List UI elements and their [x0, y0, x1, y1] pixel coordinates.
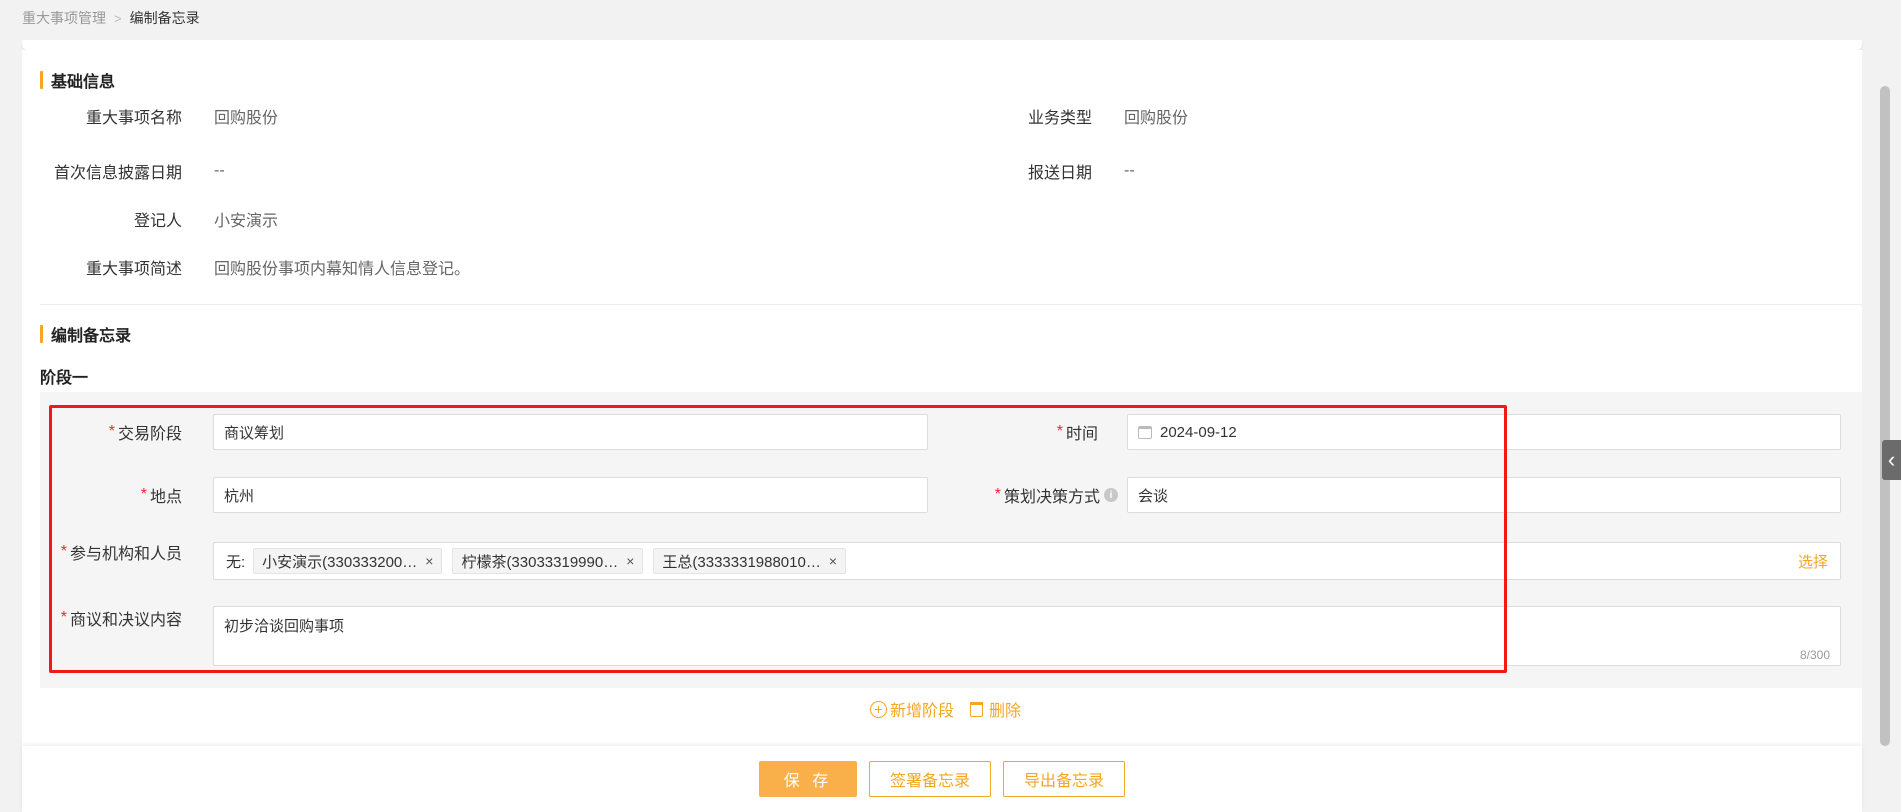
content-textarea[interactable]: 初步洽谈回购事项 8/300 [213, 606, 1841, 666]
content-label: * 商议和决议内容 [60, 609, 182, 629]
stage-actions: + 新增阶段 删除 [870, 697, 1037, 721]
first-disclosure-date-label: 首次信息披露日期 [53, 165, 182, 182]
basic-info-title: 基础信息 [40, 70, 115, 91]
section-bar-icon [40, 325, 43, 343]
participant-tag: 小安演示(330333200… × [253, 548, 443, 574]
location-label: * 地点 [140, 486, 182, 506]
field-report-date: 报送日期 -- [950, 159, 1135, 183]
participant-tag: 柠檬茶(33033319990… × [452, 548, 644, 574]
chevron-left-icon: ‹ [1887, 447, 1896, 472]
required-mark: * [140, 486, 147, 503]
decision-method-input[interactable]: 会谈 [1127, 477, 1841, 513]
description-value: 回购股份事项内幕知情人信息登记。 [214, 261, 471, 278]
breadcrumb: 重大事项管理 > 编制备忘录 [22, 8, 200, 28]
close-icon[interactable]: × [425, 553, 433, 569]
calendar-icon [1138, 425, 1152, 439]
section-divider [40, 304, 1862, 305]
card-top-edge [22, 40, 1862, 50]
section-bar-icon [40, 71, 43, 89]
participant-tag: 王总(3333331988010… × [653, 548, 847, 574]
report-date-label: 报送日期 [1027, 165, 1092, 182]
participants-select[interactable]: 无: 小安演示(330333200… × 柠檬茶(33033319990… × … [213, 542, 1841, 580]
first-disclosure-date-value: -- [214, 162, 225, 179]
required-mark: * [108, 423, 115, 440]
choose-participants-link[interactable]: 选择 [1798, 551, 1828, 572]
required-mark: * [60, 543, 67, 560]
sign-memo-button[interactable]: 签署备忘录 [868, 761, 991, 797]
info-icon[interactable]: i [1104, 488, 1118, 502]
vertical-scrollbar[interactable] [1880, 50, 1890, 750]
matter-name-value: 回购股份 [214, 110, 279, 127]
time-date-picker[interactable]: 2024-09-12 [1127, 414, 1841, 450]
stage-title: 阶段一 [40, 370, 89, 387]
registrant-value: 小安演示 [214, 213, 279, 230]
breadcrumb-parent[interactable]: 重大事项管理 [22, 8, 106, 28]
delete-stage-button[interactable]: 删除 [970, 697, 1021, 721]
description-label: 重大事项简述 [85, 261, 182, 278]
trade-stage-input[interactable]: 商议筹划 [213, 414, 928, 450]
breadcrumb-current: 编制备忘录 [129, 10, 200, 26]
breadcrumb-separator-icon: > [114, 10, 122, 26]
location-input[interactable]: 杭州 [213, 477, 928, 513]
trade-stage-label: * 交易阶段 [108, 423, 182, 443]
content-value: 初步洽谈回购事项 [224, 618, 345, 635]
add-stage-button[interactable]: + 新增阶段 [870, 697, 954, 721]
memo-title: 编制备忘录 [40, 324, 131, 345]
collapse-handle[interactable]: ‹ [1882, 440, 1901, 480]
decision-method-label: * 策划决策方式 i [940, 483, 1118, 507]
field-registrant: 登记人 小安演示 [40, 207, 278, 231]
char-counter: 8/300 [1799, 648, 1830, 662]
participants-label: * 参与机构和人员 [60, 543, 182, 563]
required-mark: * [60, 609, 67, 626]
field-first-disclosure-date: 首次信息披露日期 -- [40, 159, 225, 183]
footer-bar: 保 存 签署备忘录 导出备忘录 [22, 746, 1862, 812]
scrollbar-thumb[interactable] [1880, 86, 1890, 746]
field-description: 重大事项简述 回购股份事项内幕知情人信息登记。 [40, 255, 470, 279]
time-value: 2024-09-12 [1160, 423, 1237, 441]
business-type-label: 业务类型 [1027, 110, 1092, 127]
required-mark: * [994, 486, 1001, 503]
report-date-value: -- [1124, 162, 1135, 179]
time-label: * 时间 [1056, 423, 1098, 443]
close-icon[interactable]: × [829, 553, 837, 569]
export-memo-button[interactable]: 导出备忘录 [1003, 761, 1126, 797]
business-type-value: 回购股份 [1124, 110, 1189, 127]
plus-circle-icon: + [870, 700, 887, 718]
field-business-type: 业务类型 回购股份 [950, 104, 1188, 128]
close-icon[interactable]: × [626, 553, 634, 569]
required-mark: * [1056, 423, 1063, 440]
field-matter-name: 重大事项名称 回购股份 [40, 104, 278, 128]
participants-prefix: 无: [226, 553, 246, 571]
registrant-label: 登记人 [133, 213, 182, 230]
matter-name-label: 重大事项名称 [85, 110, 182, 127]
trash-icon [970, 701, 984, 717]
save-button[interactable]: 保 存 [758, 761, 857, 797]
